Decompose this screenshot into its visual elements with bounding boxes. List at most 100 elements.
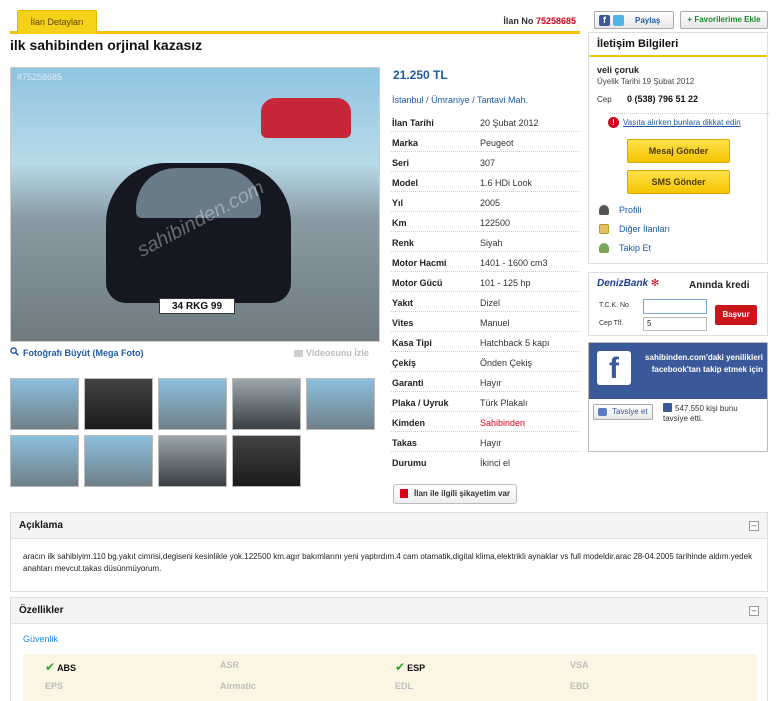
photo-watermark-id: #75258685 xyxy=(17,72,63,82)
detail-row: Vites Manuel xyxy=(391,312,580,332)
listing-number-label: İlan No xyxy=(503,16,534,26)
detail-value: İkinci el xyxy=(480,458,511,468)
tck-input[interactable] xyxy=(643,299,707,314)
feature-item: VSA xyxy=(570,660,589,670)
facebook-like-label: Tavsiye et xyxy=(612,407,648,416)
facebook-small-icon xyxy=(663,403,672,412)
add-to-favorites-button[interactable]: + Favorilerime Ekle xyxy=(680,11,768,29)
feature-item: EBD xyxy=(570,681,589,691)
share-label: Paylaş xyxy=(635,16,661,25)
location-city[interactable]: İstanbul xyxy=(392,95,424,105)
detail-key: Durumu xyxy=(392,458,427,468)
detail-key: Yıl xyxy=(392,198,404,208)
thumbnail[interactable] xyxy=(10,378,79,430)
cep-label: Cep Tlf. xyxy=(599,320,624,327)
watch-video-label: Videosunu İzle xyxy=(306,348,369,358)
detail-key: Model xyxy=(392,178,418,188)
detail-row: Takas Hayır xyxy=(391,432,580,452)
detail-row: Marka Peugeot xyxy=(391,132,580,152)
follow-label: Takip Et xyxy=(619,243,652,253)
feature-item: Airmatic xyxy=(220,681,256,691)
collapse-icon[interactable]: – xyxy=(749,606,759,616)
detail-row: Plaka / Uyruk Türk Plakalı xyxy=(391,392,580,412)
detail-key: Kasa Tipi xyxy=(392,338,432,348)
follow-user-icon xyxy=(599,243,609,253)
detail-row: Motor Hacmi 1401 - 1600 cm3 xyxy=(391,252,580,272)
detail-value: Hayır xyxy=(480,378,502,388)
detail-key: Kimden xyxy=(392,418,426,428)
description-header: Açıklama – xyxy=(11,513,767,539)
detail-key: Plaka / Uyruk xyxy=(392,398,449,408)
location-district[interactable]: Ümraniye xyxy=(431,95,470,105)
detail-row: Garanti Hayır xyxy=(391,372,580,392)
contact-panel: İletişim Bilgileri veli çoruk Üyelik Tar… xyxy=(588,32,769,264)
cep-input[interactable]: 5 xyxy=(643,317,707,331)
contact-title: İletişim Bilgileri xyxy=(589,33,767,57)
detail-key: Motor Hacmi xyxy=(392,258,447,268)
phone-number: 0 (538) 796 51 22 xyxy=(627,94,699,104)
tab-listing-details[interactable]: İlan Detayları xyxy=(17,10,97,34)
seller-name: veli çoruk xyxy=(597,65,640,75)
apply-button[interactable]: Başvur xyxy=(715,305,757,325)
enlarge-photo-link[interactable]: Fotoğrafı Büyüt (Mega Foto) xyxy=(23,348,143,358)
share-button[interactable]: f Paylaş xyxy=(594,11,674,29)
page-title: ilk sahibinden orjinal kazasız xyxy=(10,37,203,53)
bank-logo-icon: ✻ xyxy=(648,278,660,289)
tab-bar: İlan Detayları İlan No 75258685 xyxy=(10,8,580,34)
checkmark-icon: ✔ xyxy=(45,660,56,674)
facebook-promo-text: sahibinden.com'daki yenilikleri facebook… xyxy=(645,353,763,374)
detail-row: Kimden Sahibinden xyxy=(391,412,580,432)
thumbnail[interactable] xyxy=(306,378,375,430)
location-neighborhood[interactable]: Tantavi Mah. xyxy=(477,95,528,105)
detail-key: Km xyxy=(392,218,407,228)
features-title: Özellikler xyxy=(19,605,64,616)
detail-value: 2005 xyxy=(480,198,501,208)
feature-item: EDL xyxy=(395,681,413,691)
thumbnail[interactable] xyxy=(232,378,301,430)
bank-credit-ad: DenizBank ✻ Anında kredi T.C.K. No Cep T… xyxy=(588,272,768,336)
thumbnail[interactable] xyxy=(158,435,227,487)
safety-warning: ! Vasıta alırken bunlara dikkat edin xyxy=(608,113,769,128)
feature-category-safety: Güvenlik xyxy=(23,634,59,644)
thumbnail[interactable] xyxy=(84,378,153,430)
detail-value: Hatchback 5 kapı xyxy=(480,338,550,348)
facebook-banner[interactable]: f sahibinden.com'daki yenilikleri facebo… xyxy=(589,343,767,399)
thumbs-up-icon xyxy=(598,408,607,416)
facebook-icon: f xyxy=(599,15,610,26)
feature-label: EDL xyxy=(395,681,413,691)
send-sms-button[interactable]: SMS Gönder xyxy=(627,170,730,194)
detail-key: Takas xyxy=(392,438,417,448)
collapse-icon[interactable]: – xyxy=(749,521,759,531)
detail-row: Km 122500 xyxy=(391,212,580,232)
bank-tagline: Anında kredi xyxy=(689,280,750,291)
thumbnail[interactable] xyxy=(232,435,301,487)
safety-warning-link[interactable]: Vasıta alırken bunlara dikkat edin xyxy=(623,118,741,127)
details-table: İlan Tarihi 20 Şubat 2012 Marka Peugeot Se… xyxy=(391,112,580,472)
thumbnail[interactable] xyxy=(10,435,79,487)
thumbnail[interactable] xyxy=(84,435,153,487)
send-message-button[interactable]: Mesaj Gönder xyxy=(627,139,730,163)
detail-key: Motor Gücü xyxy=(392,278,443,288)
detail-value: 20 Şubat 2012 xyxy=(480,118,539,128)
feature-item: EPS xyxy=(45,681,63,691)
detail-value: Siyah xyxy=(480,238,503,248)
magnifier-icon xyxy=(10,347,19,356)
detail-value: Dizel xyxy=(480,298,501,308)
tck-label: T.C.K. No xyxy=(599,302,629,309)
detail-row: Seri 307 xyxy=(391,152,580,172)
detail-value: Hayır xyxy=(480,438,502,448)
features-section: Özellikler – Güvenlik ✔ ABS ASR ✔ ESP VSA … xyxy=(10,597,768,701)
main-photo[interactable]: sahibinden.com 34 RKG 99 #75258685 xyxy=(10,67,380,342)
facebook-like-button[interactable]: Tavsiye et xyxy=(593,404,653,420)
price: 21.250 TL xyxy=(393,68,448,82)
description-title: Açıklama xyxy=(19,520,63,531)
detail-key: Garanti xyxy=(392,378,424,388)
detail-row: Durumu İkinci el xyxy=(391,452,580,472)
profile-link-label: Profili xyxy=(619,205,642,215)
warning-icon: ! xyxy=(608,117,619,128)
thumbnail[interactable] xyxy=(158,378,227,430)
detail-value: 101 - 125 hp xyxy=(480,278,531,288)
report-listing-button[interactable]: İlan ile ilgili şikayetim var xyxy=(393,484,517,504)
feature-label: VSA xyxy=(570,660,589,670)
feature-list: ✔ ABS ASR ✔ ESP VSA EPS Airmatic EDL EBD xyxy=(23,654,757,701)
